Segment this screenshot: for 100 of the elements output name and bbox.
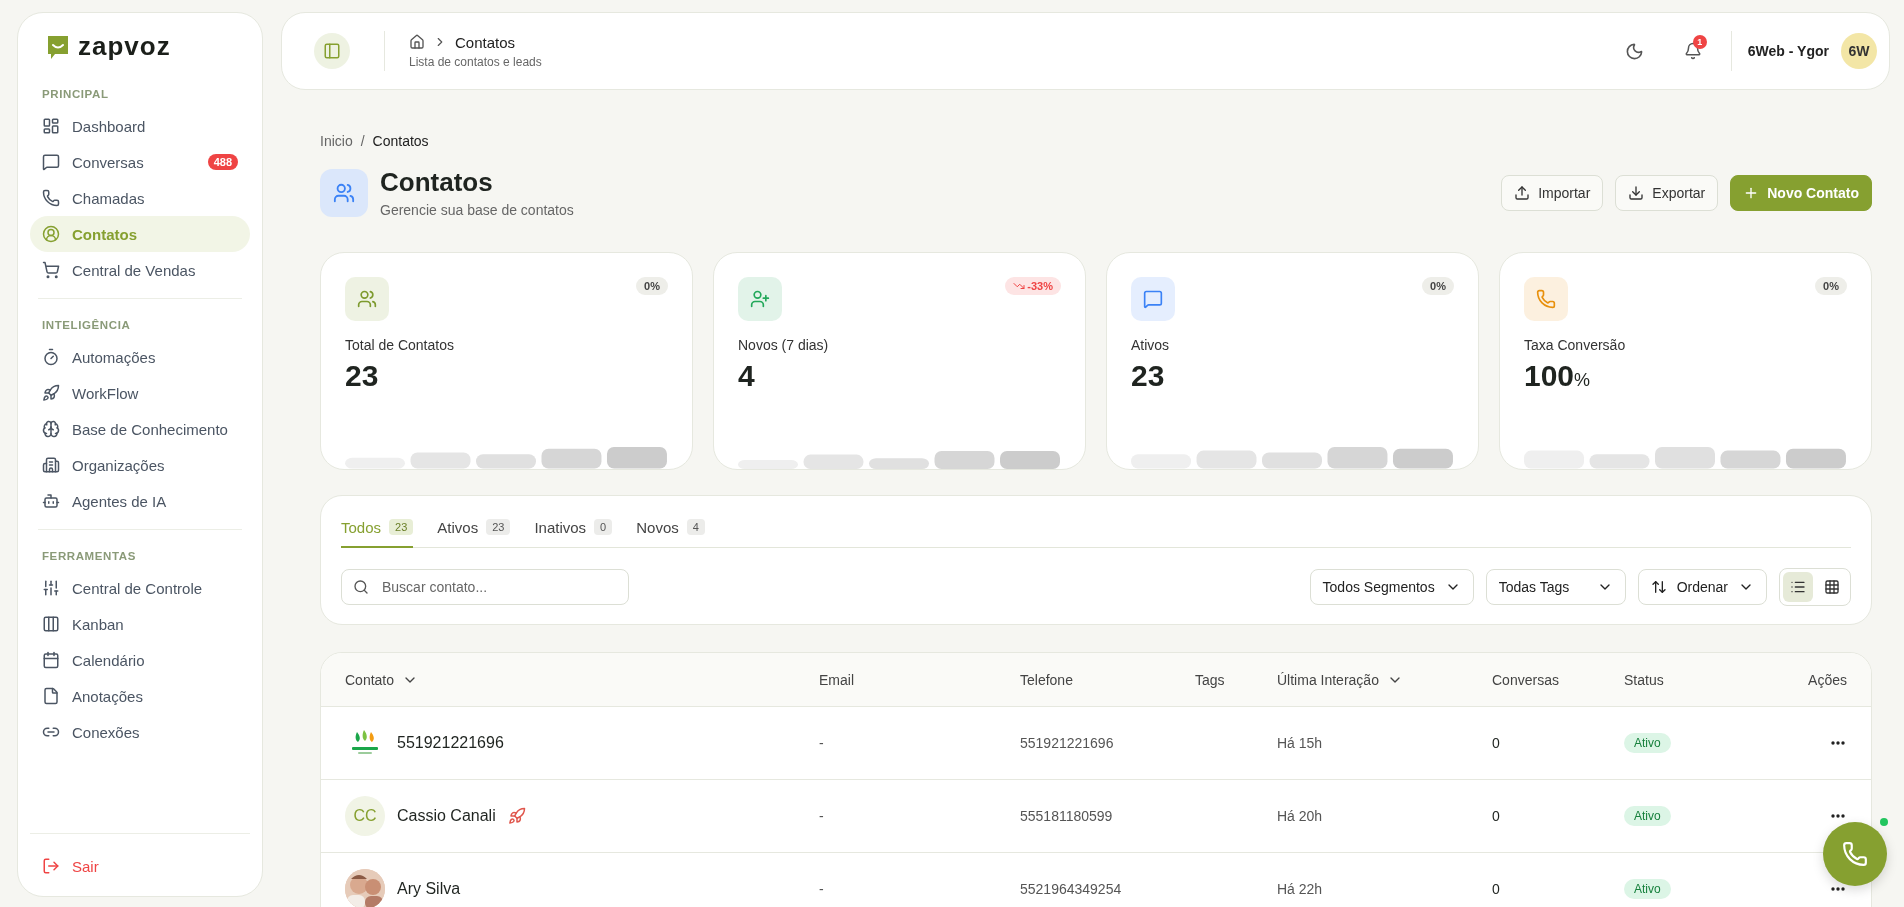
filter-tab[interactable]: Todos 23 [341, 508, 414, 548]
nav-icon [42, 348, 60, 366]
ellipsis-icon [1831, 887, 1845, 891]
sidebar-item[interactable]: Chamadas [30, 180, 250, 216]
logout-icon [42, 857, 60, 875]
more-actions-button[interactable] [1829, 887, 1847, 891]
stat-label: Novos (7 dias) [738, 337, 830, 353]
contact-name[interactable]: Cassio Canali [397, 807, 496, 825]
sidebar-item[interactable]: Kanban [30, 606, 250, 642]
contact-name[interactable]: 551921221696 [397, 734, 504, 752]
notification-button[interactable]: 1 [1672, 31, 1713, 71]
table-cell-text: 555181180599 [1020, 808, 1114, 824]
ellipsis-icon [1831, 741, 1845, 745]
sort-dropdown[interactable]: Ordenar [1637, 569, 1767, 605]
column-header: Conversas [1492, 671, 1559, 688]
notification-badge: 1 [1692, 35, 1707, 49]
column-header[interactable]: Contato [345, 671, 419, 688]
sidebar-item[interactable]: Conversas 488 [30, 144, 250, 180]
table-cell-text: 0 [1492, 808, 1501, 824]
table-cell-text: 0 [1492, 881, 1501, 897]
filter-tab[interactable]: Inativos 0 [534, 508, 613, 548]
breadcrumb-current: Contatos [372, 133, 429, 149]
sidebar-item[interactable]: WorkFlow [30, 375, 250, 411]
nav-icon [42, 651, 60, 669]
contact-name[interactable]: Ary Silva [397, 880, 461, 898]
search-icon [353, 579, 369, 595]
section-title: FERRAMENTAS [41, 549, 137, 564]
stat-value: 23 [345, 359, 380, 393]
breadcrumb-separator: / [360, 133, 365, 149]
home-icon[interactable] [409, 34, 425, 50]
stat-label: Ativos [1131, 337, 1171, 353]
nav-icon [42, 384, 60, 402]
nav-icon [42, 189, 60, 207]
sidebar-item[interactable]: Automações [30, 339, 250, 375]
sidebar-item[interactable]: Anotações [30, 678, 250, 714]
page-subtitle: Gerencie sua base de contatos [380, 202, 575, 218]
stat-icon [1536, 289, 1556, 309]
table-cell-text: - [819, 808, 825, 824]
column-header: Tags [1195, 671, 1225, 688]
download-icon [1628, 184, 1645, 201]
users-icon [333, 181, 355, 204]
change-badge: 0% [1815, 277, 1847, 295]
sidebar-toggle-button[interactable] [314, 33, 350, 69]
sidebar-item[interactable]: Organizações [30, 447, 250, 483]
rocket-icon [507, 807, 526, 825]
logout-link[interactable]: Sair [30, 848, 250, 884]
filter-tab[interactable]: Ativos 23 [437, 508, 511, 548]
stat-label: Total de Contatos [345, 337, 455, 353]
nav-icon [42, 579, 60, 597]
stat-icon [750, 289, 770, 309]
logo-icon [46, 33, 70, 60]
user-avatar[interactable]: 6W [1841, 33, 1877, 69]
nav-icon [42, 261, 60, 279]
nav-icon [42, 615, 60, 633]
table-cell-text: - [819, 881, 825, 897]
sidebar-item[interactable]: Central de Vendas [30, 252, 250, 288]
sidebar-item[interactable]: Base de Conhecimento [30, 411, 250, 447]
sidebar-item[interactable]: Dashboard [30, 108, 250, 144]
nav-icon [42, 456, 60, 474]
table-cell-text: - [819, 735, 825, 751]
list-view-button[interactable] [1783, 572, 1813, 602]
table-cell-text: 551921221696 [1020, 735, 1115, 751]
section-title: PRINCIPAL [41, 87, 110, 102]
upload-icon [1514, 184, 1531, 201]
sidebar-item[interactable]: Agentes de IA [30, 483, 250, 519]
filter-dropdown[interactable]: Todas Tags [1485, 569, 1626, 605]
list-icon [1790, 579, 1806, 595]
sidebar-item[interactable]: Central de Controle [30, 570, 250, 606]
sidebar-item[interactable]: Calendário [30, 642, 250, 678]
download-button[interactable]: Exportar [1615, 174, 1719, 211]
column-header: Status [1624, 671, 1664, 688]
nav-icon [42, 117, 60, 135]
section-title: INTELIGÊNCIA [41, 318, 132, 333]
panel-icon [323, 42, 341, 60]
stat-label: Taxa Conversão [1524, 337, 1627, 353]
change-badge: 0% [1422, 277, 1454, 295]
upload-button[interactable]: Importar [1501, 174, 1604, 211]
change-badge: -33% [1005, 277, 1061, 295]
online-status-dot [1880, 818, 1888, 826]
user-name[interactable]: 6Web - Ygor [1747, 43, 1829, 59]
initials-avatar: CC [345, 796, 385, 836]
nav-icon [42, 420, 60, 438]
grid-icon [1824, 579, 1840, 595]
filter-dropdown[interactable]: Todos Segmentos [1309, 569, 1474, 605]
stat-value: 23 [1131, 359, 1166, 393]
search-field[interactable]: Buscar contato... [341, 569, 629, 605]
status-badge: Ativo [1624, 733, 1671, 753]
breadcrumb-link[interactable]: Inicio [320, 133, 353, 149]
filter-tab[interactable]: Novos 4 [636, 508, 705, 548]
sidebar-item[interactable]: Conexões [30, 714, 250, 750]
column-header[interactable]: Última Interação [1277, 671, 1403, 688]
table-cell-text: Há 15h [1277, 735, 1324, 751]
ellipsis-icon [1831, 814, 1845, 818]
brand-name: zapvoz [78, 31, 171, 62]
status-badge: Ativo [1624, 879, 1671, 899]
more-actions-button[interactable] [1829, 741, 1847, 745]
stat-icon [357, 289, 377, 309]
column-header: Telefone [1020, 671, 1073, 688]
more-actions-button[interactable] [1829, 814, 1847, 818]
change-badge: 0% [636, 277, 668, 295]
